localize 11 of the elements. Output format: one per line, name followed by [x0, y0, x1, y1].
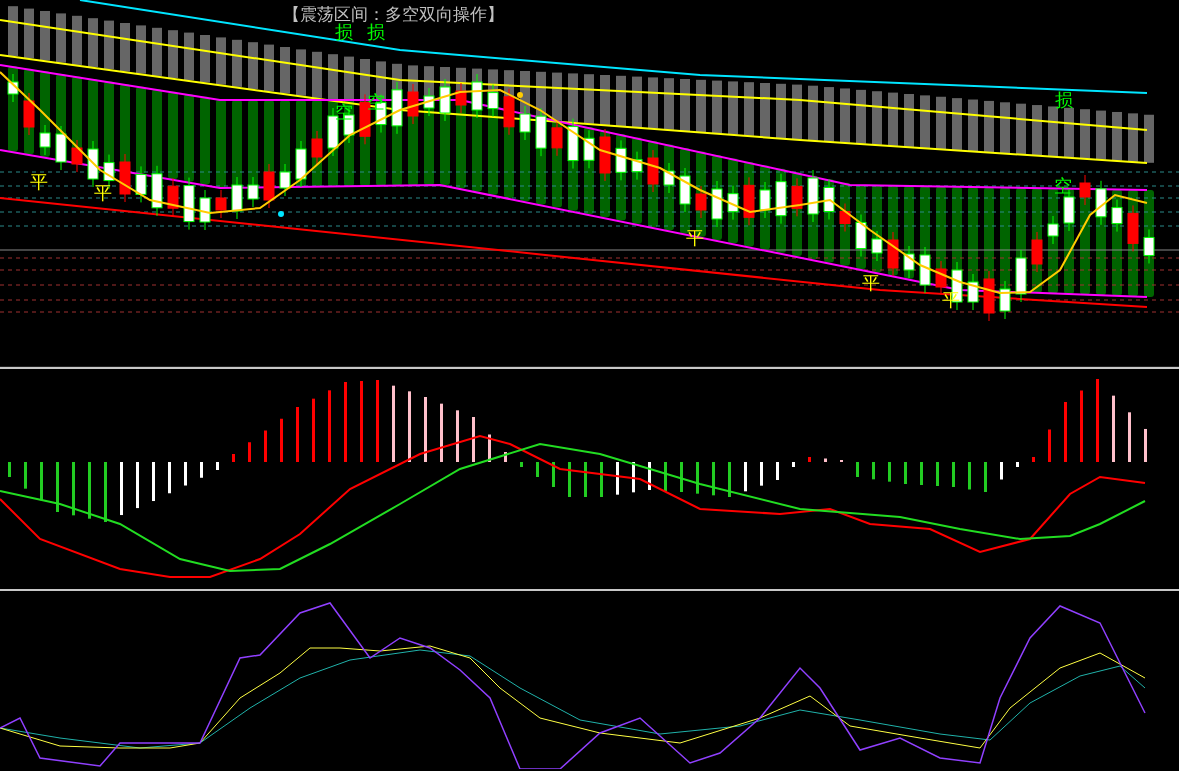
signal-label: 平	[94, 183, 112, 203]
signal-label: 损	[1055, 90, 1073, 110]
signal-label: 损	[335, 22, 353, 42]
chart-dot	[517, 92, 523, 98]
signal-label: 空	[367, 92, 385, 112]
chart-dot	[278, 211, 284, 217]
signal-label: 损	[367, 22, 385, 42]
signal-label: 平	[30, 172, 48, 192]
signal-label: 平	[942, 290, 960, 310]
signal-label: 平	[862, 273, 880, 293]
chart-title: 【震荡区间：多空双向操作】	[283, 3, 504, 24]
